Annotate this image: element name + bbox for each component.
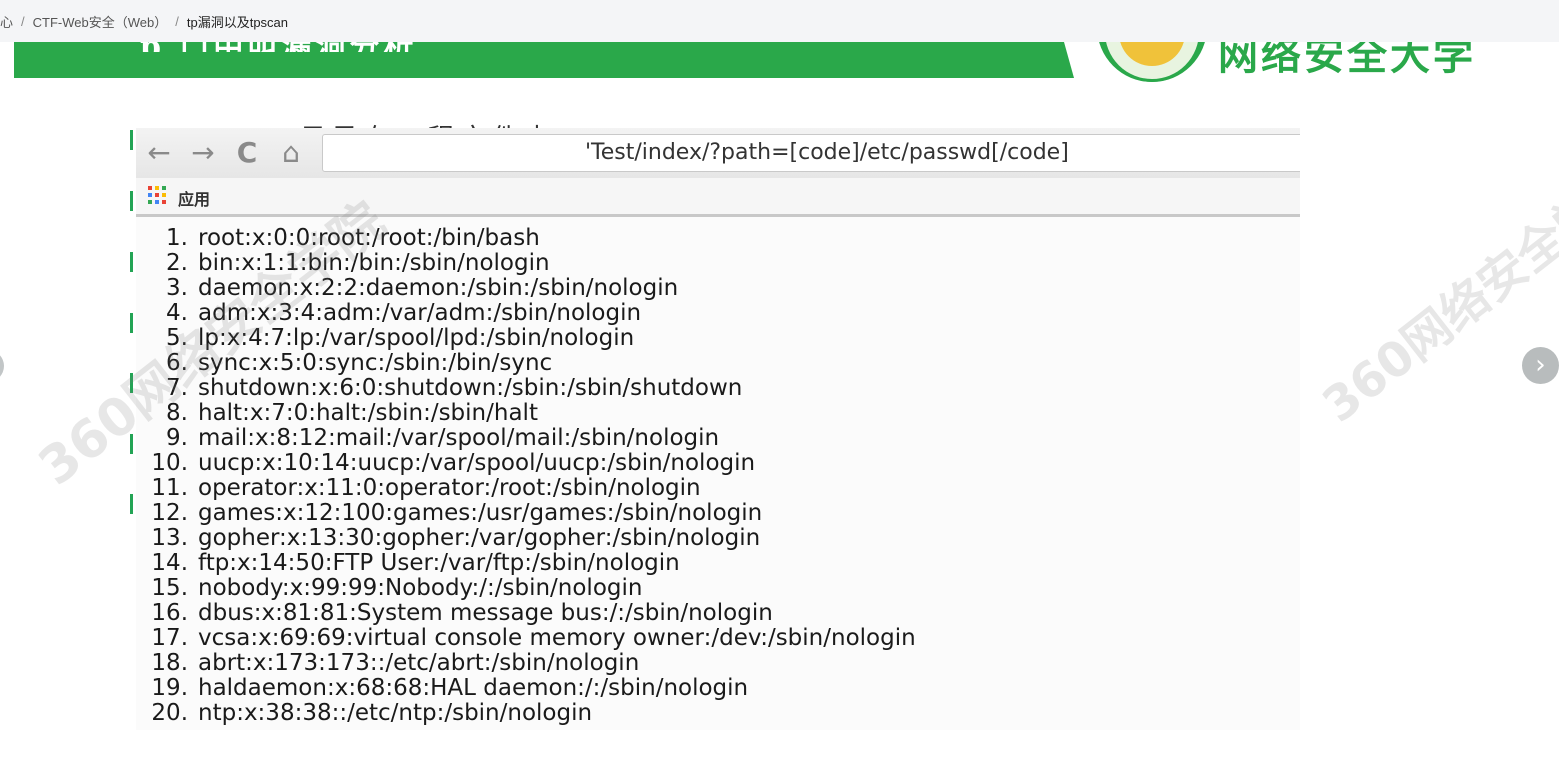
- bullet-mark: [130, 313, 133, 333]
- passwd-line: 17. vcsa:x:69:69:virtual console memory o…: [136, 626, 1300, 651]
- passwd-line: 11. operator:x:11:0:operator:/root:/sbin/…: [136, 476, 1300, 501]
- passwd-line-text: ftp:x:14:50:FTP User:/var/ftp:/sbin/nolo…: [198, 550, 680, 576]
- passwd-line: 14. ftp:x:14:50:FTP User:/var/ftp:/sbin/n…: [136, 551, 1300, 576]
- reload-icon: C: [236, 136, 258, 169]
- passwd-line-number: 6.: [166, 350, 188, 376]
- forward-arrow-icon: →: [191, 136, 215, 169]
- passwd-line-text: root:x:0:0:root:/root:/bin/bash: [198, 225, 540, 251]
- passwd-line-number: 1.: [166, 225, 188, 251]
- bookmarks-bar: 应用: [136, 178, 1300, 217]
- passwd-line-number: 5.: [166, 325, 188, 351]
- bullet-mark: [130, 191, 133, 211]
- passwd-line: 18. abrt:x:173:173::/etc/abrt:/sbin/nolog…: [136, 651, 1300, 676]
- passwd-line-number: 16.: [151, 600, 188, 626]
- passwd-line: 4. adm:x:3:4:adm:/var/adm:/sbin/nologin: [136, 301, 1300, 326]
- watermark: 360网络安全学院: [1312, 150, 1559, 434]
- home-icon: ⌂: [282, 136, 300, 169]
- passwd-line: 16. dbus:x:81:81:System message bus:/:/sb…: [136, 601, 1300, 626]
- passwd-line-number: 17.: [151, 625, 188, 651]
- address-bar-url: 'Test/index/?path=[code]/etc/passwd[/cod…: [585, 140, 1069, 165]
- passwd-line-number: 13.: [151, 525, 188, 551]
- passwd-line-text: daemon:x:2:2:daemon:/sbin:/sbin/nologin: [198, 275, 679, 301]
- back-arrow-icon: ←: [147, 136, 171, 169]
- passwd-line-text: gopher:x:13:30:gopher:/var/gopher:/sbin/…: [198, 525, 761, 551]
- passwd-line-text: games:x:12:100:games:/usr/games:/sbin/no…: [198, 500, 763, 526]
- passwd-line-number: 9.: [166, 425, 188, 451]
- apps-grid-icon: [148, 186, 166, 204]
- passwd-line-text: abrt:x:173:173::/etc/abrt:/sbin/nologin: [198, 650, 640, 676]
- bullet-mark: [130, 130, 133, 150]
- browser-toolbar: ← → C ⌂ 'Test/index/?path=[code]/etc/pas…: [136, 128, 1300, 178]
- passwd-line: 20. ntp:x:38:38::/etc/ntp:/sbin/nologin: [136, 701, 1300, 726]
- prev-slide-button[interactable]: [0, 350, 4, 382]
- breadcrumb: 心 / CTF-Web安全（Web） / tp漏洞以及tpscan: [0, 0, 1559, 42]
- passwd-line-text: dbus:x:81:81:System message bus:/:/sbin/…: [198, 600, 773, 626]
- passwd-line-text: uucp:x:10:14:uucp:/var/spool/uucp:/sbin/…: [198, 450, 756, 476]
- passwd-line: 3. daemon:x:2:2:daemon:/sbin:/sbin/nologi…: [136, 276, 1300, 301]
- breadcrumb-item-home[interactable]: 心: [0, 12, 13, 31]
- passwd-line-number: 20.: [151, 700, 188, 726]
- passwd-line-text: lp:x:4:7:lp:/var/spool/lpd:/sbin/nologin: [198, 325, 635, 351]
- passwd-line-number: 7.: [166, 375, 188, 401]
- passwd-line: 9. mail:x:8:12:mail:/var/spool/mail:/sbin…: [136, 426, 1300, 451]
- passwd-line: 10. uucp:x:10:14:uucp:/var/spool/uucp:/sb…: [136, 451, 1300, 476]
- passwd-line: 15. nobody:x:99:99:Nobody:/:/sbin/nologin: [136, 576, 1300, 601]
- passwd-line-number: 8.: [166, 400, 188, 426]
- passwd-line: 2. bin:x:1:1:bin:/bin:/sbin/nologin: [136, 251, 1300, 276]
- passwd-line-text: vcsa:x:69:69:virtual console memory owne…: [198, 625, 916, 651]
- passwd-line: 19. haldaemon:x:68:68:HAL daemon:/:/sbin/…: [136, 676, 1300, 701]
- passwd-line-number: 14.: [151, 550, 188, 576]
- passwd-line-text: ntp:x:38:38::/etc/ntp:/sbin/nologin: [198, 700, 593, 726]
- passwd-line-number: 19.: [151, 675, 188, 701]
- passwd-line-number: 4.: [166, 300, 188, 326]
- bullet-mark: [130, 434, 133, 454]
- passwd-line-text: halt:x:7:0:halt:/sbin:/sbin/halt: [198, 400, 538, 426]
- passwd-line-text: bin:x:1:1:bin:/bin:/sbin/nologin: [198, 250, 550, 276]
- bookmarks-apps-label: 应用: [178, 190, 211, 209]
- passwd-line-number: 2.: [166, 250, 188, 276]
- passwd-file-listing: 1. root:x:0:0:root:/root:/bin/bash 2. bin:x…: [136, 226, 1300, 726]
- passwd-line: 5. lp:x:4:7:lp:/var/spool/lpd:/sbin/nolog…: [136, 326, 1300, 351]
- bullet-mark: [130, 252, 133, 272]
- browser-screenshot: ← → C ⌂ 'Test/index/?path=[code]/etc/pas…: [136, 128, 1300, 730]
- breadcrumb-item-course[interactable]: CTF-Web安全（Web）: [33, 12, 168, 31]
- passwd-line-number: 11.: [151, 475, 188, 501]
- passwd-line-number: 12.: [151, 500, 188, 526]
- next-slide-button[interactable]: ›: [1522, 347, 1559, 384]
- address-bar: 'Test/index/?path=[code]/etc/passwd[/cod…: [322, 134, 1300, 172]
- passwd-line-text: haldaemon:x:68:68:HAL daemon:/:/sbin/nol…: [198, 675, 749, 701]
- passwd-line-number: 15.: [151, 575, 188, 601]
- passwd-line-text: sync:x:5:0:sync:/sbin:/bin/sync: [198, 350, 553, 376]
- passwd-line-text: operator:x:11:0:operator:/root:/sbin/nol…: [198, 475, 701, 501]
- passwd-line-text: adm:x:3:4:adm:/var/adm:/sbin/nologin: [198, 300, 642, 326]
- breadcrumb-item-current: tp漏洞以及tpscan: [186, 14, 289, 30]
- bullet-mark: [130, 494, 133, 514]
- passwd-line: 8. halt:x:7:0:halt:/sbin:/sbin/halt: [136, 401, 1300, 426]
- passwd-line-number: 3.: [166, 275, 188, 301]
- passwd-line: 7. shutdown:x:6:0:shutdown:/sbin:/sbin/sh…: [136, 376, 1300, 401]
- passwd-line: 13. gopher:x:13:30:gopher:/var/gopher:/sb…: [136, 526, 1300, 551]
- passwd-line-number: 10.: [151, 450, 188, 476]
- passwd-line: 1. root:x:0:0:root:/root:/bin/bash: [136, 226, 1300, 251]
- passwd-line-text: mail:x:8:12:mail:/var/spool/mail:/sbin/n…: [198, 425, 720, 451]
- passwd-line: 12. games:x:12:100:games:/usr/games:/sbin…: [136, 501, 1300, 526]
- breadcrumb-separator: /: [21, 13, 25, 29]
- breadcrumb-separator: /: [175, 13, 179, 29]
- passwd-line: 6. sync:x:5:0:sync:/sbin:/bin/sync: [136, 351, 1300, 376]
- passwd-line-text: shutdown:x:6:0:shutdown:/sbin:/sbin/shut…: [198, 375, 743, 401]
- passwd-line-text: nobody:x:99:99:Nobody:/:/sbin/nologin: [198, 575, 643, 601]
- passwd-line-number: 18.: [151, 650, 188, 676]
- bullet-mark: [130, 373, 133, 393]
- chevron-right-icon: ›: [1535, 350, 1546, 380]
